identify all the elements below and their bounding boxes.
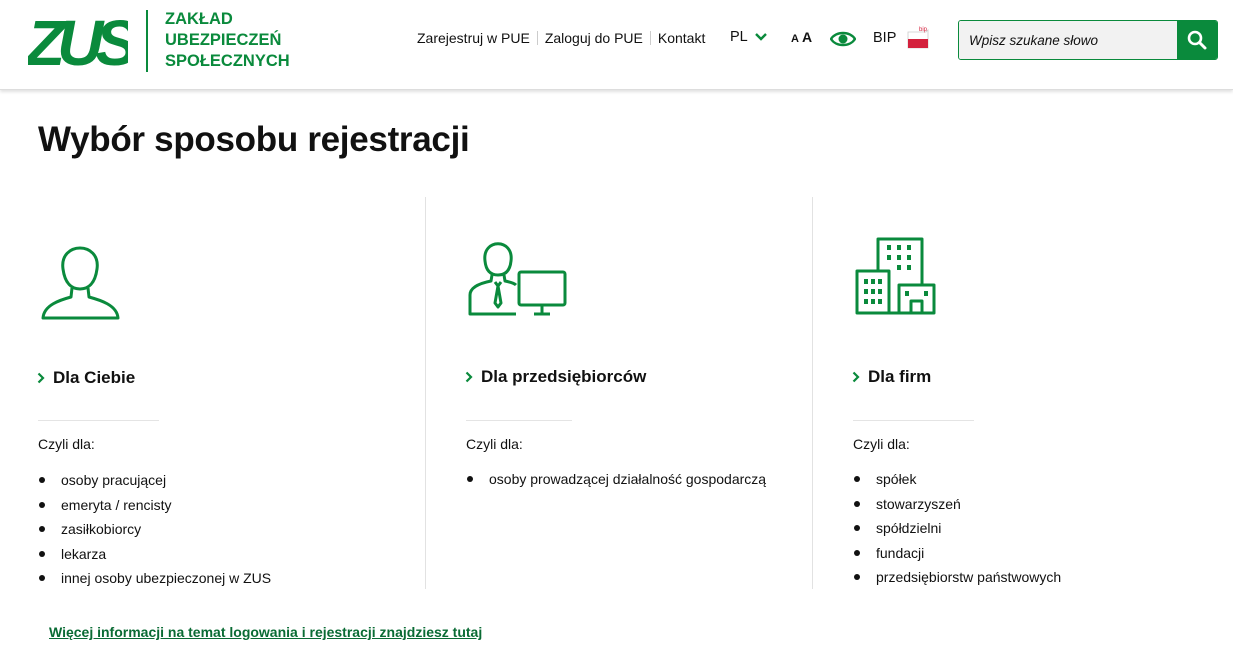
font-size-small-button[interactable]: A <box>791 33 799 45</box>
list-item: stowarzyszeń <box>853 494 1061 519</box>
eye-icon[interactable] <box>830 30 856 48</box>
companies-link[interactable]: Dla firm <box>852 367 931 387</box>
divider <box>466 420 572 421</box>
column-entrepreneurs: Dla przedsiębiorców Czyli dla: osoby pro… <box>425 197 812 589</box>
target-list: osoby prowadzącej działalność gospodarcz… <box>466 469 766 494</box>
company-buildings-icon <box>855 237 936 315</box>
search-input[interactable] <box>959 21 1177 59</box>
target-list: spółek stowarzyszeń spółdzielni fundacji… <box>853 469 1061 592</box>
register-pue-link[interactable]: Zarejestruj w PUE <box>410 31 538 45</box>
individual-link-label: Dla Ciebie <box>53 368 136 387</box>
institution-name-line-3: SPOŁECZNYCH <box>165 52 290 70</box>
institution-name-line-2: UBEZPIECZEŃ <box>165 31 282 49</box>
chevron-right-icon <box>37 372 45 384</box>
chevron-down-icon <box>754 33 767 41</box>
list-item: przedsiębiorstw państwowych <box>853 567 1061 592</box>
list-item: osoby prowadzącej działalność gospodarcz… <box>466 469 766 494</box>
list-item: innej osoby ubezpieczonej w ZUS <box>38 568 271 593</box>
search-box <box>958 20 1218 60</box>
bip-flag-icon[interactable]: bip <box>906 26 930 52</box>
bip-link[interactable]: BIP <box>873 30 896 46</box>
logo-divider <box>146 10 148 72</box>
language-selector[interactable]: PL <box>730 29 768 45</box>
top-navigation: Zarejestruj w PUE Zaloguj do PUE Kontakt <box>410 28 712 48</box>
column-individual: Dla Ciebie Czyli dla: osoby pracującej e… <box>0 197 425 589</box>
login-pue-link[interactable]: Zaloguj do PUE <box>538 31 651 45</box>
individual-link[interactable]: Dla Ciebie <box>37 368 135 388</box>
column-subtitle: Czyli dla: <box>853 436 910 452</box>
page-title: Wybór sposobu rejestracji <box>38 120 470 159</box>
contact-link[interactable]: Kontakt <box>651 31 712 45</box>
column-subtitle: Czyli dla: <box>38 436 95 452</box>
institution-name[interactable]: ZAKŁAD UBEZPIECZEŃ SPOŁECZNYCH <box>165 9 290 72</box>
list-item: spółek <box>853 469 1061 494</box>
font-size-controls: A A <box>791 29 812 45</box>
entrepreneur-computer-icon <box>468 242 567 316</box>
more-info-link[interactable]: Więcej informacji na temat logowania i r… <box>49 624 482 640</box>
search-icon <box>1187 30 1207 50</box>
divider <box>853 420 974 421</box>
chevron-right-icon <box>465 371 473 383</box>
divider <box>38 420 159 421</box>
institution-name-line-1: ZAKŁAD <box>165 10 233 28</box>
companies-link-label: Dla firm <box>868 367 932 386</box>
list-item: zasiłkobiorcy <box>38 519 271 544</box>
search-button[interactable] <box>1177 21 1217 59</box>
person-icon <box>41 246 120 320</box>
column-companies: Dla firm Czyli dla: spółek stowarzyszeń … <box>812 197 1233 589</box>
zus-logo[interactable]: ZUS <box>28 10 128 68</box>
target-list: osoby pracującej emeryta / rencisty zasi… <box>38 470 271 593</box>
column-subtitle: Czyli dla: <box>466 436 523 452</box>
page-header: ZUS ZAKŁAD UBEZPIECZEŃ SPOŁECZNYCH Zarej… <box>0 0 1233 90</box>
list-item: spółdzielni <box>853 518 1061 543</box>
chevron-right-icon <box>852 371 860 383</box>
font-size-big-button[interactable]: A <box>802 29 812 45</box>
list-item: fundacji <box>853 543 1061 568</box>
svg-text:ZUS: ZUS <box>28 10 128 68</box>
list-item: osoby pracującej <box>38 470 271 495</box>
language-label: PL <box>730 29 748 45</box>
list-item: lekarza <box>38 544 271 569</box>
list-item: emeryta / rencisty <box>38 495 271 520</box>
entrepreneurs-link-label: Dla przedsiębiorców <box>481 367 647 386</box>
entrepreneurs-link[interactable]: Dla przedsiębiorców <box>465 367 646 387</box>
bip-flag-text: bip <box>919 27 928 33</box>
